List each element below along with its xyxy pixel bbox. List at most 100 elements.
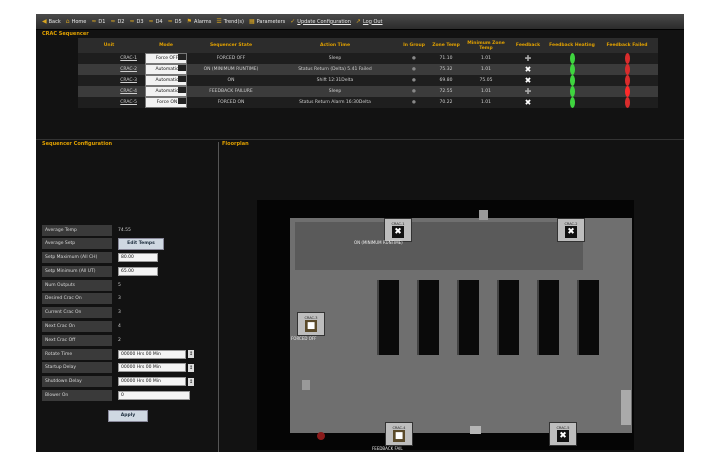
fan-icon: ✖: [557, 430, 569, 442]
nav-icon: ↗: [355, 18, 361, 25]
nav-label: D4: [155, 18, 163, 25]
nav-d5-button[interactable]: ≈ D5: [168, 18, 182, 25]
rotate-time-spinner[interactable]: ↕: [188, 350, 194, 359]
min-zone-temp: 75.05: [479, 78, 493, 83]
feedback-failed-indicator: [624, 53, 630, 64]
in-group-indicator: ●: [412, 67, 416, 72]
setp-max-label: Setp Maximum (All CH): [42, 252, 112, 264]
unit-link[interactable]: CRAC-5: [78, 97, 140, 108]
crac-sequencer-title: CRAC Sequencer: [42, 31, 89, 37]
server-rack-row: [417, 280, 439, 355]
feedback-failed-cell: [596, 97, 658, 108]
server-rack-row: [537, 280, 559, 355]
unit-link[interactable]: CRAC-3: [78, 75, 140, 86]
zone-temp: 70.22: [439, 100, 453, 105]
feedback-heating-cell: [548, 64, 596, 75]
nav-icon: ≈: [129, 18, 135, 25]
nav-update-configuration-button[interactable]: ✓ Update Configuration: [290, 18, 351, 25]
setp-min-input[interactable]: 65.00: [118, 266, 158, 276]
min-zone-temp: 1.01: [480, 89, 492, 94]
nav-d3-button[interactable]: ≈ D3: [129, 18, 143, 25]
sequencer-config-title: Sequencer Configuration: [42, 141, 113, 147]
crac-table-row: CRAC-3 Automatic ON Shift 12:31Delta ● 69.80 7…: [78, 75, 658, 86]
setp-min-label: Setp Minimum (All UT): [42, 265, 112, 277]
desired-crac-value: 3: [118, 296, 121, 302]
crac-unit-4-status: FEEDBACK FAIL: [372, 446, 403, 451]
feedback-failed-cell: [596, 86, 658, 97]
feedback-failed-cell: [596, 64, 658, 75]
nav-d4-button[interactable]: ≈ D4: [149, 18, 163, 25]
mode-select[interactable]: Automatic: [145, 75, 187, 86]
nav-icon: ◀: [42, 18, 47, 25]
crac-unit-3[interactable]: CRAC-3 ■: [297, 312, 325, 336]
shutdown-delay-spinner[interactable]: ↕: [188, 377, 194, 386]
mode-select[interactable]: Automatic: [145, 86, 187, 97]
current-crac-value: 3: [118, 310, 121, 316]
mode-select[interactable]: Automatic: [145, 64, 187, 75]
nav-d1-button[interactable]: ≈ D1: [91, 18, 105, 25]
nav-icon: ≈: [167, 18, 173, 25]
zone-temp: 71.10: [439, 56, 453, 61]
feedback-failed-indicator: [624, 64, 630, 75]
crac-table-row: CRAC-1 Force OFF FORCED OFF Sleep ● 71.10 1.01…: [78, 53, 658, 64]
fan-icon: ✖: [392, 226, 404, 238]
crac-table-header: Unit Mode Sequencer State Action Time In Gro…: [78, 38, 658, 53]
server-rack-row: [577, 280, 599, 355]
unit-link[interactable]: CRAC-2: [78, 64, 140, 75]
mode-cell: Force OFF: [140, 53, 192, 64]
shutdown-delay-input[interactable]: 00000 Hrs 00 Min: [118, 377, 186, 387]
feedback-heating-cell: [548, 75, 596, 86]
in-group-indicator: ●: [412, 56, 416, 61]
nav-log-out-button[interactable]: ↗ Log Out: [356, 18, 383, 25]
startup-delay-spinner[interactable]: ↕: [188, 363, 194, 372]
feedback-heating-cell: [548, 97, 596, 108]
nav-alarms-button[interactable]: ⚑ Alarms: [187, 18, 212, 25]
average-temp-label: Average Temp: [42, 224, 112, 236]
setp-max-input[interactable]: 80.00: [118, 253, 158, 263]
sequencer-state: ON (MINIMUM RUNTIME): [203, 67, 259, 72]
startup-delay-input[interactable]: 00000 Hrs 00 Min: [118, 363, 186, 373]
min-zone-temp: 1.01: [480, 67, 492, 72]
startup-delay-label: Startup Delay: [42, 362, 112, 374]
blower-on-input[interactable]: 0: [118, 391, 190, 401]
unit-link[interactable]: CRAC-4: [78, 86, 140, 97]
column-header: Action Time: [319, 43, 351, 48]
shutdown-delay-label: Shutdown Delay: [42, 376, 112, 388]
nav-label: Home: [71, 18, 87, 25]
unit-link[interactable]: CRAC-1: [78, 53, 140, 64]
crac-unit-2[interactable]: CRAC-2 ✖: [557, 218, 585, 242]
floor-fixture: [479, 210, 488, 220]
nav-icon: ⚑: [186, 18, 193, 25]
room-upper-zone: [295, 222, 583, 270]
edit-temps-button[interactable]: Edit Temps: [118, 237, 164, 250]
fan-icon: ■: [305, 320, 317, 332]
feedback-heating-cell: [548, 86, 596, 97]
feedback-fan-icon: ✖: [524, 98, 532, 107]
mode-select[interactable]: Force OFF: [145, 53, 187, 64]
column-header: Minimum Zone Temp: [467, 40, 505, 51]
floorplan-title: Floorplan: [222, 141, 249, 147]
nav-d2-button[interactable]: ≈ D2: [110, 18, 124, 25]
rotate-time-input[interactable]: 00000 Hrs 00 Min: [118, 349, 186, 359]
top-navigation-bar: ◀ Back ⌂ Home ≈ D1 ≈ D2 ≈ D3 ≈ D4 ≈ D5 ⚑ Alarms ☰ Trend(s…: [36, 14, 684, 30]
crac-unit-4[interactable]: CRAC-4 ■: [385, 422, 413, 446]
crac-unit-5[interactable]: CRAC-5 ✖: [549, 422, 577, 446]
zone-temp: 72.55: [439, 89, 453, 94]
nav-home-button[interactable]: ⌂ Home: [66, 18, 87, 25]
nav-label: Parameters: [256, 18, 286, 25]
crac-unit-1[interactable]: CRAC-1 ✖: [384, 218, 412, 242]
crac-unit-3-status: FORCED OFF: [291, 336, 317, 341]
nav-parameters-button[interactable]: ▦ Parameters: [249, 18, 285, 25]
floor-fixture: [621, 390, 631, 425]
nav-trend-s-button[interactable]: ☰ Trend(s): [216, 18, 244, 25]
fan-icon: ✖: [565, 226, 577, 238]
nav-back-button[interactable]: ◀ Back: [42, 18, 61, 25]
zone-temp: 69.80: [439, 78, 453, 83]
column-header: Feedback Heating: [549, 43, 595, 48]
nav-label: Trend(s): [223, 18, 244, 25]
mode-select[interactable]: Force ON: [145, 97, 187, 108]
apply-button[interactable]: Apply: [108, 409, 148, 422]
feedback-heating-cell: [548, 53, 596, 64]
mode-cell: Automatic: [140, 64, 192, 75]
action-time: Sleep: [328, 89, 342, 94]
